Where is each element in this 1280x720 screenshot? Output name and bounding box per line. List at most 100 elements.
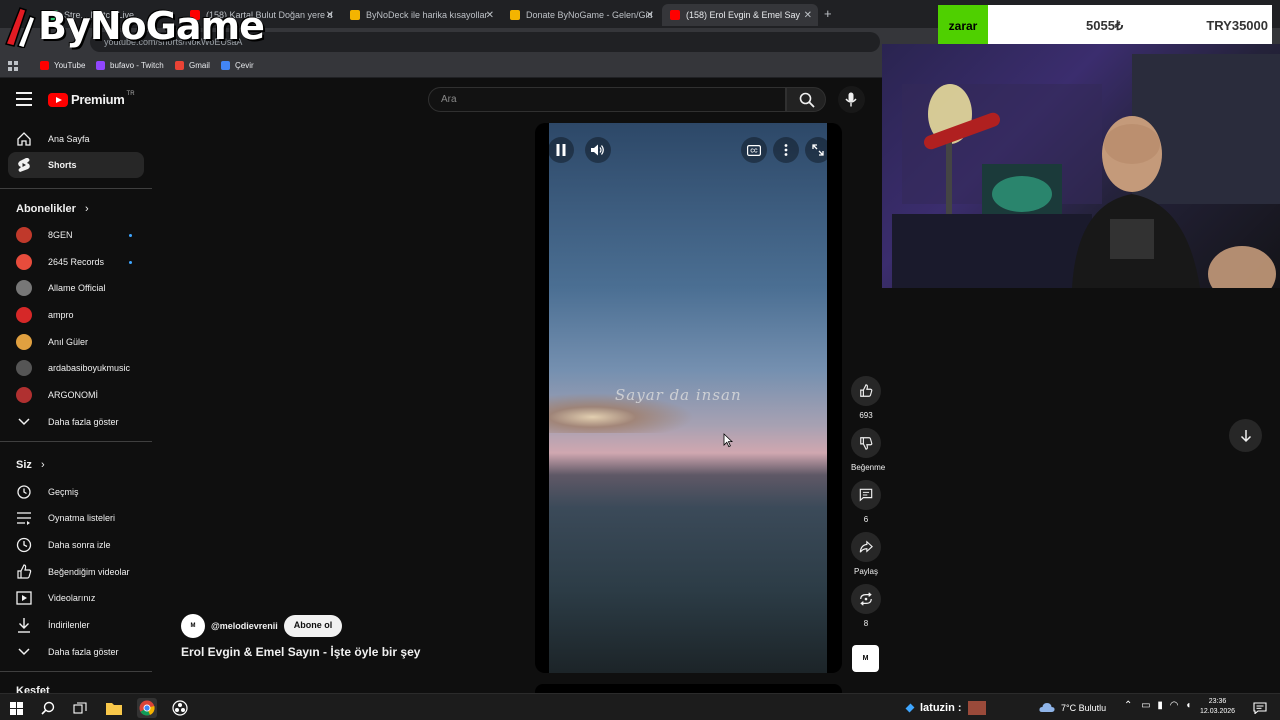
- new-tab-plus-icon[interactable]: +: [824, 6, 832, 21]
- sidebar-item-playlists[interactable]: Oynatma listeleri: [8, 505, 144, 531]
- next-short-button[interactable]: [1229, 419, 1262, 452]
- chevron-right-icon: ›: [84, 203, 89, 215]
- sound-thumbnail[interactable]: M: [852, 645, 879, 672]
- sidebar-item-subscription[interactable]: Allame Official: [8, 275, 144, 301]
- tab-label: ByNoDeck ile harika kısayollar: [366, 10, 488, 20]
- sidebar-item-subscription[interactable]: ardabasiboyukmusic: [8, 355, 144, 381]
- weather-widget[interactable]: 7°C Bulutlu: [1039, 702, 1106, 713]
- task-view-button[interactable]: [70, 698, 90, 718]
- sidebar-item-downloads[interactable]: İndirilenler: [8, 612, 144, 638]
- like-button[interactable]: [851, 376, 881, 406]
- bookmark-twitch[interactable]: bufavo - Twitch: [96, 61, 164, 70]
- close-icon[interactable]: ✕: [804, 10, 812, 21]
- file-explorer-button[interactable]: [104, 698, 124, 718]
- channel-avatar[interactable]: M: [181, 614, 205, 638]
- pause-button[interactable]: [548, 137, 574, 163]
- search-input[interactable]: Ara: [428, 87, 786, 112]
- volume-icon: [591, 144, 604, 156]
- windows-start-button[interactable]: [6, 698, 26, 718]
- close-icon[interactable]: ✕: [486, 10, 494, 21]
- share-action: Paylaş: [851, 532, 881, 576]
- close-icon[interactable]: ✕: [326, 10, 334, 21]
- country-code: TR: [126, 90, 135, 97]
- sidebar-item-subscription[interactable]: Anıl Güler: [8, 329, 144, 355]
- comments-button[interactable]: [851, 480, 881, 510]
- captions-button[interactable]: CC: [741, 137, 767, 163]
- channel-avatar: [16, 280, 32, 296]
- bookmark-gmail[interactable]: Gmail: [175, 61, 210, 70]
- sidebar-item-label: Daha sonra izle: [48, 540, 111, 550]
- sidebar-item-subscription[interactable]: ARGONOMİ: [8, 382, 144, 408]
- microphone-icon[interactable]: ▮: [1157, 700, 1163, 711]
- video-icon: [16, 590, 32, 606]
- system-tray-icons[interactable]: ⌃ ▭ ▮ ◠ ◖: [1124, 700, 1191, 711]
- chevron-up-icon[interactable]: ⌃: [1124, 700, 1132, 711]
- obs-taskbar-button[interactable]: [170, 698, 190, 718]
- remix-icon: [860, 592, 872, 606]
- share-icon: [859, 540, 873, 553]
- sidebar-item-label: ARGONOMİ: [48, 390, 99, 400]
- sidebar-item-history[interactable]: Geçmiş: [8, 479, 144, 505]
- sidebar-item-label: Anıl Güler: [48, 337, 89, 347]
- sidebar-item-label: Videolarınız: [48, 593, 96, 603]
- you-heading[interactable]: Siz ›: [16, 459, 45, 471]
- subscriptions-title: Abonelikler: [16, 203, 76, 215]
- more-options-button[interactable]: [773, 137, 799, 163]
- close-icon[interactable]: ✕: [646, 10, 654, 21]
- shorts-player[interactable]: Sayar da insan CC: [535, 123, 842, 673]
- volume-button[interactable]: [585, 137, 611, 163]
- bookmark-youtube[interactable]: YouTube: [40, 61, 85, 70]
- sidebar-item-label: ardabasiboyukmusic: [48, 363, 131, 373]
- notifications-button[interactable]: [1250, 698, 1270, 718]
- video-frame[interactable]: Sayar da insan: [549, 123, 827, 673]
- voice-search-button[interactable]: [838, 86, 865, 113]
- sidebar-item-liked-videos[interactable]: Beğendiğim videolar: [8, 559, 144, 585]
- donation-goal: TRY35000: [1206, 18, 1268, 33]
- browser-tab-active[interactable]: (158) Erol Evgin & Emel Say ✕: [662, 4, 818, 26]
- taskbar-search-button[interactable]: [38, 698, 58, 718]
- remix-action: 8: [851, 584, 881, 628]
- sidebar-item-subscription[interactable]: ampro: [8, 302, 144, 328]
- search-icon: [799, 92, 815, 108]
- share-button[interactable]: [851, 532, 881, 562]
- new-content-dot: [129, 260, 132, 264]
- show-more-you[interactable]: Daha fazla göster: [8, 639, 144, 665]
- dislike-button[interactable]: [851, 428, 881, 458]
- youtube-logo[interactable]: Premium TR: [48, 90, 135, 107]
- wifi-icon[interactable]: ◠: [1170, 700, 1179, 711]
- sidebar-item-shorts[interactable]: Shorts: [8, 152, 144, 178]
- subscribe-button[interactable]: Abone ol: [283, 615, 343, 637]
- sidebar-item-subscription[interactable]: 8GEN: [8, 222, 144, 248]
- divider: [0, 671, 152, 672]
- sidebar: Ana Sayfa Shorts Abonelikler › 8GEN 2645…: [0, 122, 155, 697]
- fullscreen-button[interactable]: [805, 137, 831, 163]
- subscriptions-heading[interactable]: Abonelikler ›: [16, 203, 89, 215]
- browser-tab[interactable]: ByNoDeck ile harika kısayollar ✕: [342, 4, 500, 26]
- channel-avatar: [16, 360, 32, 376]
- chrome-taskbar-button[interactable]: [137, 698, 157, 718]
- sidebar-item-label: 2645 Records: [48, 257, 105, 267]
- show-more-subscriptions[interactable]: Daha fazla göster: [8, 409, 144, 435]
- menu-icon[interactable]: [16, 92, 32, 106]
- sidebar-item-home[interactable]: Ana Sayfa: [8, 126, 144, 152]
- sidebar-item-label: Daha fazla göster: [48, 417, 119, 427]
- search-button[interactable]: [786, 87, 826, 112]
- network-icon[interactable]: ▭: [1141, 700, 1150, 711]
- bookmark-translate[interactable]: Çevir: [221, 61, 254, 70]
- sidebar-item-watch-later[interactable]: Daha sonra izle: [8, 532, 144, 558]
- system-clock[interactable]: 23:36 12.03.2026: [1200, 697, 1235, 717]
- svg-text:CC: CC: [750, 148, 758, 154]
- apps-grid-icon[interactable]: [8, 61, 18, 71]
- captions-icon: CC: [747, 144, 761, 156]
- speaker-icon[interactable]: ◖: [1185, 700, 1191, 711]
- sidebar-item-subscription[interactable]: 2645 Records: [8, 249, 144, 275]
- channel-name[interactable]: @melodievrenii: [211, 621, 278, 631]
- remix-button[interactable]: [851, 584, 881, 614]
- video-title[interactable]: Erol Evgin & Emel Sayın - İşte öyle bir …: [181, 645, 420, 659]
- browser-tab[interactable]: Donate ByNoGame - Gelen/Gid ✕: [502, 4, 660, 26]
- youtube-play-icon: [48, 92, 68, 107]
- sidebar-item-your-videos[interactable]: Videolarınız: [8, 585, 144, 611]
- bookmark-label: Çevir: [235, 61, 254, 70]
- dislike-action: Beğenme: [851, 428, 885, 472]
- gmail-icon: [175, 61, 184, 70]
